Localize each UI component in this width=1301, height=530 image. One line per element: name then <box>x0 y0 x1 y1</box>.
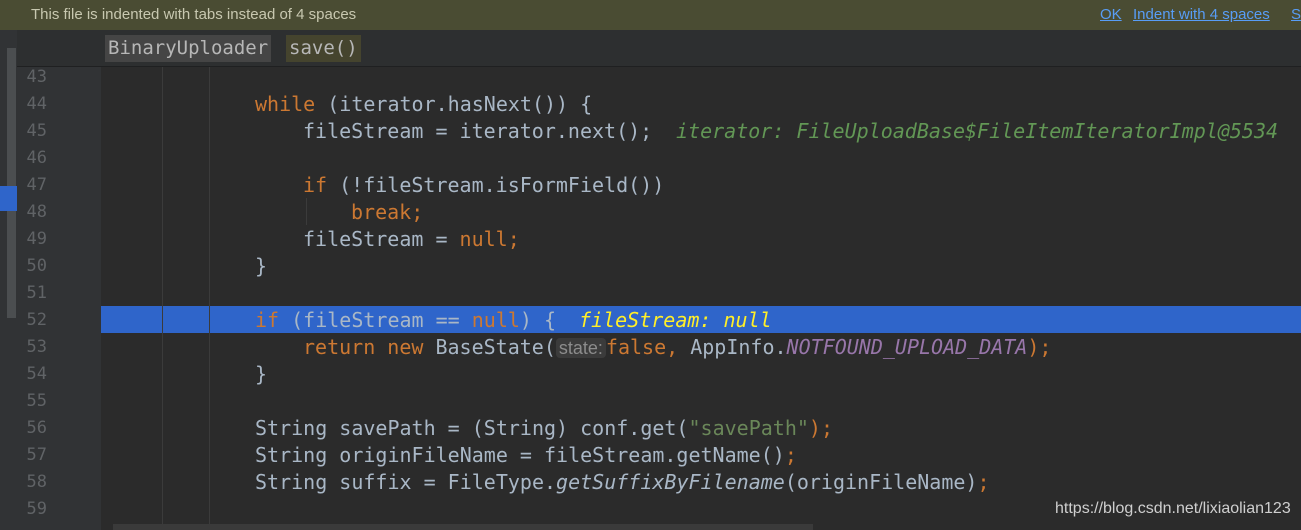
notification-bar: This file is indented with tabs instead … <box>0 0 1301 30</box>
keyword: if <box>255 308 280 332</box>
keyword: false, <box>605 335 679 359</box>
code-line-50: 50 <box>0 253 1301 280</box>
line-number: 50 <box>26 256 47 276</box>
indent-with-4-spaces-link[interactable]: Indent with 4 spaces <box>1133 6 1270 23</box>
watermark: https://blog.csdn.net/lixiaolian123 <box>1055 500 1291 517</box>
code-text: while (iterator.hasNext()) { <box>255 91 592 118</box>
parameter-hint: state: <box>555 338 606 358</box>
line-number: 48 <box>26 202 47 222</box>
line-number: 47 <box>26 175 47 195</box>
code-segment: ); <box>808 416 833 440</box>
code-segment: (originFileName) <box>784 470 978 494</box>
line-number: 55 <box>26 391 47 411</box>
ok-link[interactable]: OK <box>1100 6 1122 23</box>
line-number: 56 <box>26 418 47 438</box>
code-line-43: 43 <box>0 64 1301 91</box>
keyword: return new <box>303 335 424 359</box>
code-segment: (fileStream == <box>279 308 472 332</box>
line-number: 58 <box>26 472 47 492</box>
code-line-44: 44 <box>0 91 1301 118</box>
code-text: fileStream = iterator.next(); <box>303 118 652 145</box>
code-text: } <box>255 362 268 386</box>
code-segment: ); <box>1027 335 1052 359</box>
code-segment: AppInfo. <box>678 335 787 359</box>
code-line-51: 51 <box>0 280 1301 307</box>
debug-inline-value-active: fileStream: null <box>579 308 772 332</box>
code-text: String savePath = (String) conf.get("sav… <box>255 415 833 442</box>
code-segment: String originFileName = fileStream.getNa… <box>255 443 785 467</box>
keyword: null; <box>459 227 520 251</box>
keyword: if <box>303 173 328 197</box>
keyword: break; <box>351 200 424 224</box>
code-line-49: 49 <box>0 226 1301 253</box>
constant: NOTFOUND_UPLOAD_DATA <box>786 335 1028 359</box>
truncated-link[interactable]: S <box>1291 6 1301 23</box>
line-number: 54 <box>26 364 47 384</box>
line-number: 49 <box>26 229 47 249</box>
code-text: if (!fileStream.isFormField()) <box>303 172 664 199</box>
line-number: 46 <box>26 148 47 168</box>
keyword: null <box>471 308 520 332</box>
line-number: 45 <box>26 121 47 141</box>
static-method: getSuffixByFilename <box>556 470 785 494</box>
code-segment: fileStream = <box>303 227 460 251</box>
code-segment: (!fileStream.isFormField()) <box>327 173 665 197</box>
line-number: 57 <box>26 445 47 465</box>
breadcrumb-method[interactable]: save() <box>286 35 361 62</box>
code-segment: BaseState( <box>423 335 556 359</box>
line-number: 43 <box>26 67 47 87</box>
code-text: } <box>255 254 268 278</box>
line-number: 51 <box>26 283 47 303</box>
code-segment: String suffix = FileType. <box>255 470 557 494</box>
code-segment: ; <box>784 443 797 467</box>
code-text: fileStream = null; <box>303 226 520 253</box>
code-line-55: 55 <box>0 388 1301 415</box>
code-text: String suffix = FileType.getSuffixByFile… <box>255 469 990 496</box>
line-number: 53 <box>26 337 47 357</box>
code-line-54: 54 <box>0 361 1301 388</box>
line-number: 52 <box>26 310 47 330</box>
keyword: while <box>255 92 316 116</box>
notification-message: This file is indented with tabs instead … <box>31 6 357 23</box>
code-segment: String savePath = (String) conf.get( <box>255 416 689 440</box>
string-literal: "savePath" <box>688 416 809 440</box>
code-segment: ; <box>977 470 990 494</box>
breadcrumb: BinaryUploader save() <box>17 30 1301 67</box>
code-line-48: 48 <box>0 199 1301 226</box>
code-segment: fileStream = iterator.next(); <box>303 119 653 143</box>
partial-next-line <box>113 524 813 530</box>
code-text: return new BaseState(state: false, AppInf… <box>303 334 1051 362</box>
code-text-current-line: if (fileStream == null) { <box>255 307 556 334</box>
code-segment: ) { <box>519 308 557 332</box>
line-number: 59 <box>26 499 47 519</box>
code-text: break; <box>351 199 423 226</box>
code-segment: (iterator.hasNext()) { <box>315 92 593 116</box>
code-line-46: 46 <box>0 145 1301 172</box>
code-text: String originFileName = fileStream.getNa… <box>255 442 797 469</box>
breadcrumb-class[interactable]: BinaryUploader <box>105 35 272 62</box>
line-number: 44 <box>26 94 47 114</box>
debug-inline-value: iterator: FileUploadBase$FileItemIterato… <box>676 119 1279 143</box>
